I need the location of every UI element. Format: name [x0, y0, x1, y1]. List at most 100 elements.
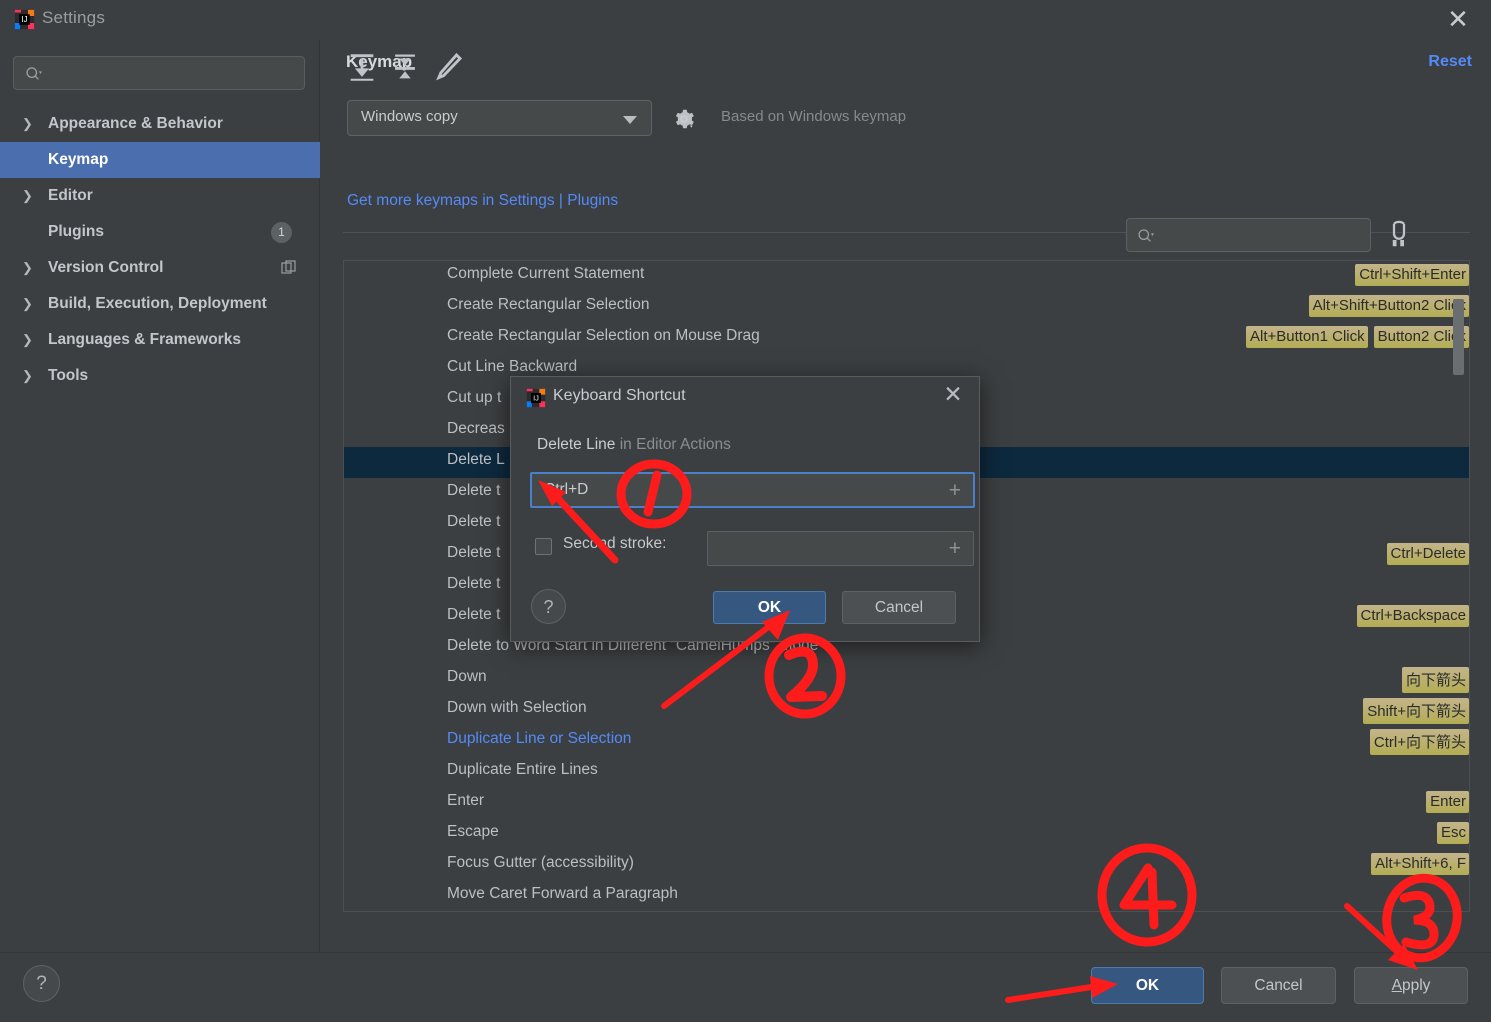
shortcut-action-label: Cut Line Backward [447, 358, 578, 375]
apply-label-rest: pply [1401, 977, 1431, 994]
shortcut-action-label: Delete t [447, 606, 501, 623]
shortcut-badge: Alt+Button1 Click [1245, 326, 1368, 348]
dialog-cancel-button[interactable]: Cancel [842, 591, 956, 624]
keymap-select[interactable]: Windows copy [347, 100, 652, 136]
sidebar-item-languages-frameworks[interactable]: ❯ Languages & Frameworks [0, 322, 320, 358]
sidebar-item-label: Languages & Frameworks [48, 331, 241, 348]
shortcut-action-label: Create Rectangular Selection [447, 296, 650, 313]
search-input[interactable] [48, 57, 298, 89]
sidebar-item-build-execution-deployment[interactable]: ❯ Build, Execution, Deployment [0, 286, 320, 322]
shortcut-badge: Alt+Shift+Button2 Click [1308, 295, 1469, 317]
dialog-ok-button[interactable]: OK [713, 591, 826, 624]
shortcut-search-box[interactable] [1126, 218, 1371, 252]
shortcut-search-input[interactable] [1159, 219, 1365, 251]
shortcut-row[interactable]: Focus Gutter (accessibility) Alt+Shift+6,… [344, 850, 1469, 881]
shortcut-badge: Ctrl+Shift+Enter [1355, 264, 1469, 286]
shortcut-row[interactable]: Create Rectangular Selection on Mouse Dr… [344, 323, 1469, 354]
shortcut-action-label: Delete t [447, 544, 501, 561]
chevron-right-icon[interactable]: ❯ [22, 250, 36, 286]
edit-pencil-icon[interactable] [431, 50, 465, 84]
close-icon[interactable]: ✕ [939, 381, 967, 409]
settings-window: IJ Settings ✕ ❯ Appearance & Behavior Keym… [0, 0, 1491, 1022]
shortcut-row[interactable]: Complete Current Statement Ctrl+Shift+Ent… [344, 261, 1469, 292]
sidebar-item-label: Editor [48, 187, 93, 204]
shortcut-action-label: Create Rectangular Selection on Mouse Dr… [447, 327, 760, 344]
shortcut-badges: Ctrl+Shift+Enter [1349, 264, 1469, 289]
shortcut-row[interactable]: Down 向下箭头 [344, 664, 1469, 695]
gear-icon[interactable] [672, 107, 696, 131]
shortcut-action-label: Duplicate Entire Lines [447, 761, 598, 778]
intellij-idea-logo-icon: IJ [14, 9, 35, 30]
chevron-down-icon [623, 116, 637, 124]
chevron-right-icon[interactable]: ❯ [22, 322, 36, 358]
sidebar-item-version-control[interactable]: ❯ Version Control [0, 250, 320, 286]
chevron-right-icon[interactable]: ❯ [22, 178, 36, 214]
shortcut-badges: Ctrl+Backspace [1351, 605, 1469, 630]
shortcut-action-label: Delete L [447, 451, 505, 468]
ok-button[interactable]: OK [1091, 967, 1204, 1004]
window-title: Settings [42, 8, 106, 27]
sidebar-search[interactable] [13, 56, 305, 90]
shortcut-row[interactable]: Move Caret Forward a Paragraph [344, 881, 1469, 911]
find-shortcut-icon[interactable] [1384, 220, 1414, 250]
help-button[interactable]: ? [23, 965, 60, 1002]
chevron-right-icon[interactable]: ❯ [22, 358, 36, 394]
apply-button[interactable]: Apply [1354, 967, 1468, 1004]
dialog-action-label: Delete Line in Editor Actions [537, 436, 731, 454]
sidebar-nav: ❯ Appearance & Behavior Keymap ❯ Editor Plugi… [0, 106, 320, 394]
shortcut-action-label: Complete Current Statement [447, 265, 645, 282]
bottom-bar: ? OK Cancel Apply [0, 952, 1491, 1022]
shortcut-action-label: Cut up t [447, 389, 502, 406]
chevron-right-icon[interactable]: ❯ [22, 286, 36, 322]
shortcut-row[interactable]: Escape Esc [344, 819, 1469, 850]
first-stroke-value: Ctrl+D [544, 481, 589, 498]
sidebar-item-badge: 1 [271, 222, 292, 243]
shortcut-action-label: Delete t [447, 513, 501, 530]
second-stroke-field[interactable]: + [707, 531, 974, 566]
expand-all-icon[interactable] [345, 50, 379, 84]
second-stroke-label: Second stroke: [563, 535, 667, 552]
keymap-select-value: Windows copy [361, 108, 458, 125]
sidebar-item-editor[interactable]: ❯ Editor [0, 178, 320, 214]
cancel-button[interactable]: Cancel [1221, 967, 1336, 1004]
sidebar-item-tools[interactable]: ❯ Tools [0, 358, 320, 394]
shortcut-row[interactable]: Duplicate Entire Lines [344, 757, 1469, 788]
window-titlebar: IJ Settings ✕ [0, 0, 1491, 40]
shortcut-row[interactable]: Down with Selection Shift+向下箭头 [344, 695, 1469, 726]
sidebar-item-label: Tools [48, 367, 89, 384]
plus-icon[interactable]: + [949, 537, 961, 561]
shortcut-action-label: Enter [447, 792, 485, 809]
shortcut-action-label: Delete t [447, 482, 501, 499]
close-icon[interactable]: ✕ [1443, 5, 1473, 35]
sidebar-item-label: Plugins [48, 223, 104, 240]
shortcut-action-label: Focus Gutter (accessibility) [447, 854, 634, 871]
plus-icon[interactable]: + [949, 479, 961, 503]
shortcut-action-label: Down [447, 668, 487, 685]
sidebar: ❯ Appearance & Behavior Keymap ❯ Editor Plugi… [0, 40, 320, 952]
collapse-all-icon[interactable] [388, 50, 422, 84]
dialog-title: Keyboard Shortcut [553, 387, 686, 404]
svg-text:IJ: IJ [21, 15, 27, 24]
reset-link[interactable]: Reset [1428, 53, 1472, 71]
shortcut-row[interactable]: Enter Enter [344, 788, 1469, 819]
based-on-label: Based on Windows keymap [721, 108, 907, 125]
sidebar-item-keymap[interactable]: Keymap [0, 142, 320, 178]
sidebar-item-plugins[interactable]: Plugins 1 [0, 214, 320, 250]
get-more-keymaps-link[interactable]: Get more keymaps in Settings | Plugins [347, 192, 618, 210]
sidebar-item-label: Keymap [48, 151, 109, 168]
second-stroke-checkbox[interactable] [535, 538, 552, 555]
shortcut-badges: Alt+Shift+Button2 Click [1303, 295, 1469, 320]
list-scrollbar[interactable] [1453, 261, 1467, 911]
shortcut-action-label: Duplicate Line or Selection [447, 730, 632, 747]
sidebar-item-appearance-behavior[interactable]: ❯ Appearance & Behavior [0, 106, 320, 142]
chevron-right-icon[interactable]: ❯ [22, 106, 36, 142]
shortcut-action-label: Escape [447, 823, 499, 840]
shortcut-action-label: Delete t [447, 575, 501, 592]
shortcut-row[interactable]: Create Rectangular Selection Alt+Shift+Bu… [344, 292, 1469, 323]
apply-mnemonic: A [1391, 977, 1402, 994]
shortcut-row[interactable]: Duplicate Line or Selection Ctrl+向下箭头 [344, 726, 1469, 757]
scrollbar-thumb[interactable] [1453, 299, 1464, 375]
first-stroke-field[interactable]: Ctrl+D + [530, 472, 975, 508]
dialog-help-button[interactable]: ? [531, 589, 566, 624]
search-icon [1138, 229, 1154, 242]
